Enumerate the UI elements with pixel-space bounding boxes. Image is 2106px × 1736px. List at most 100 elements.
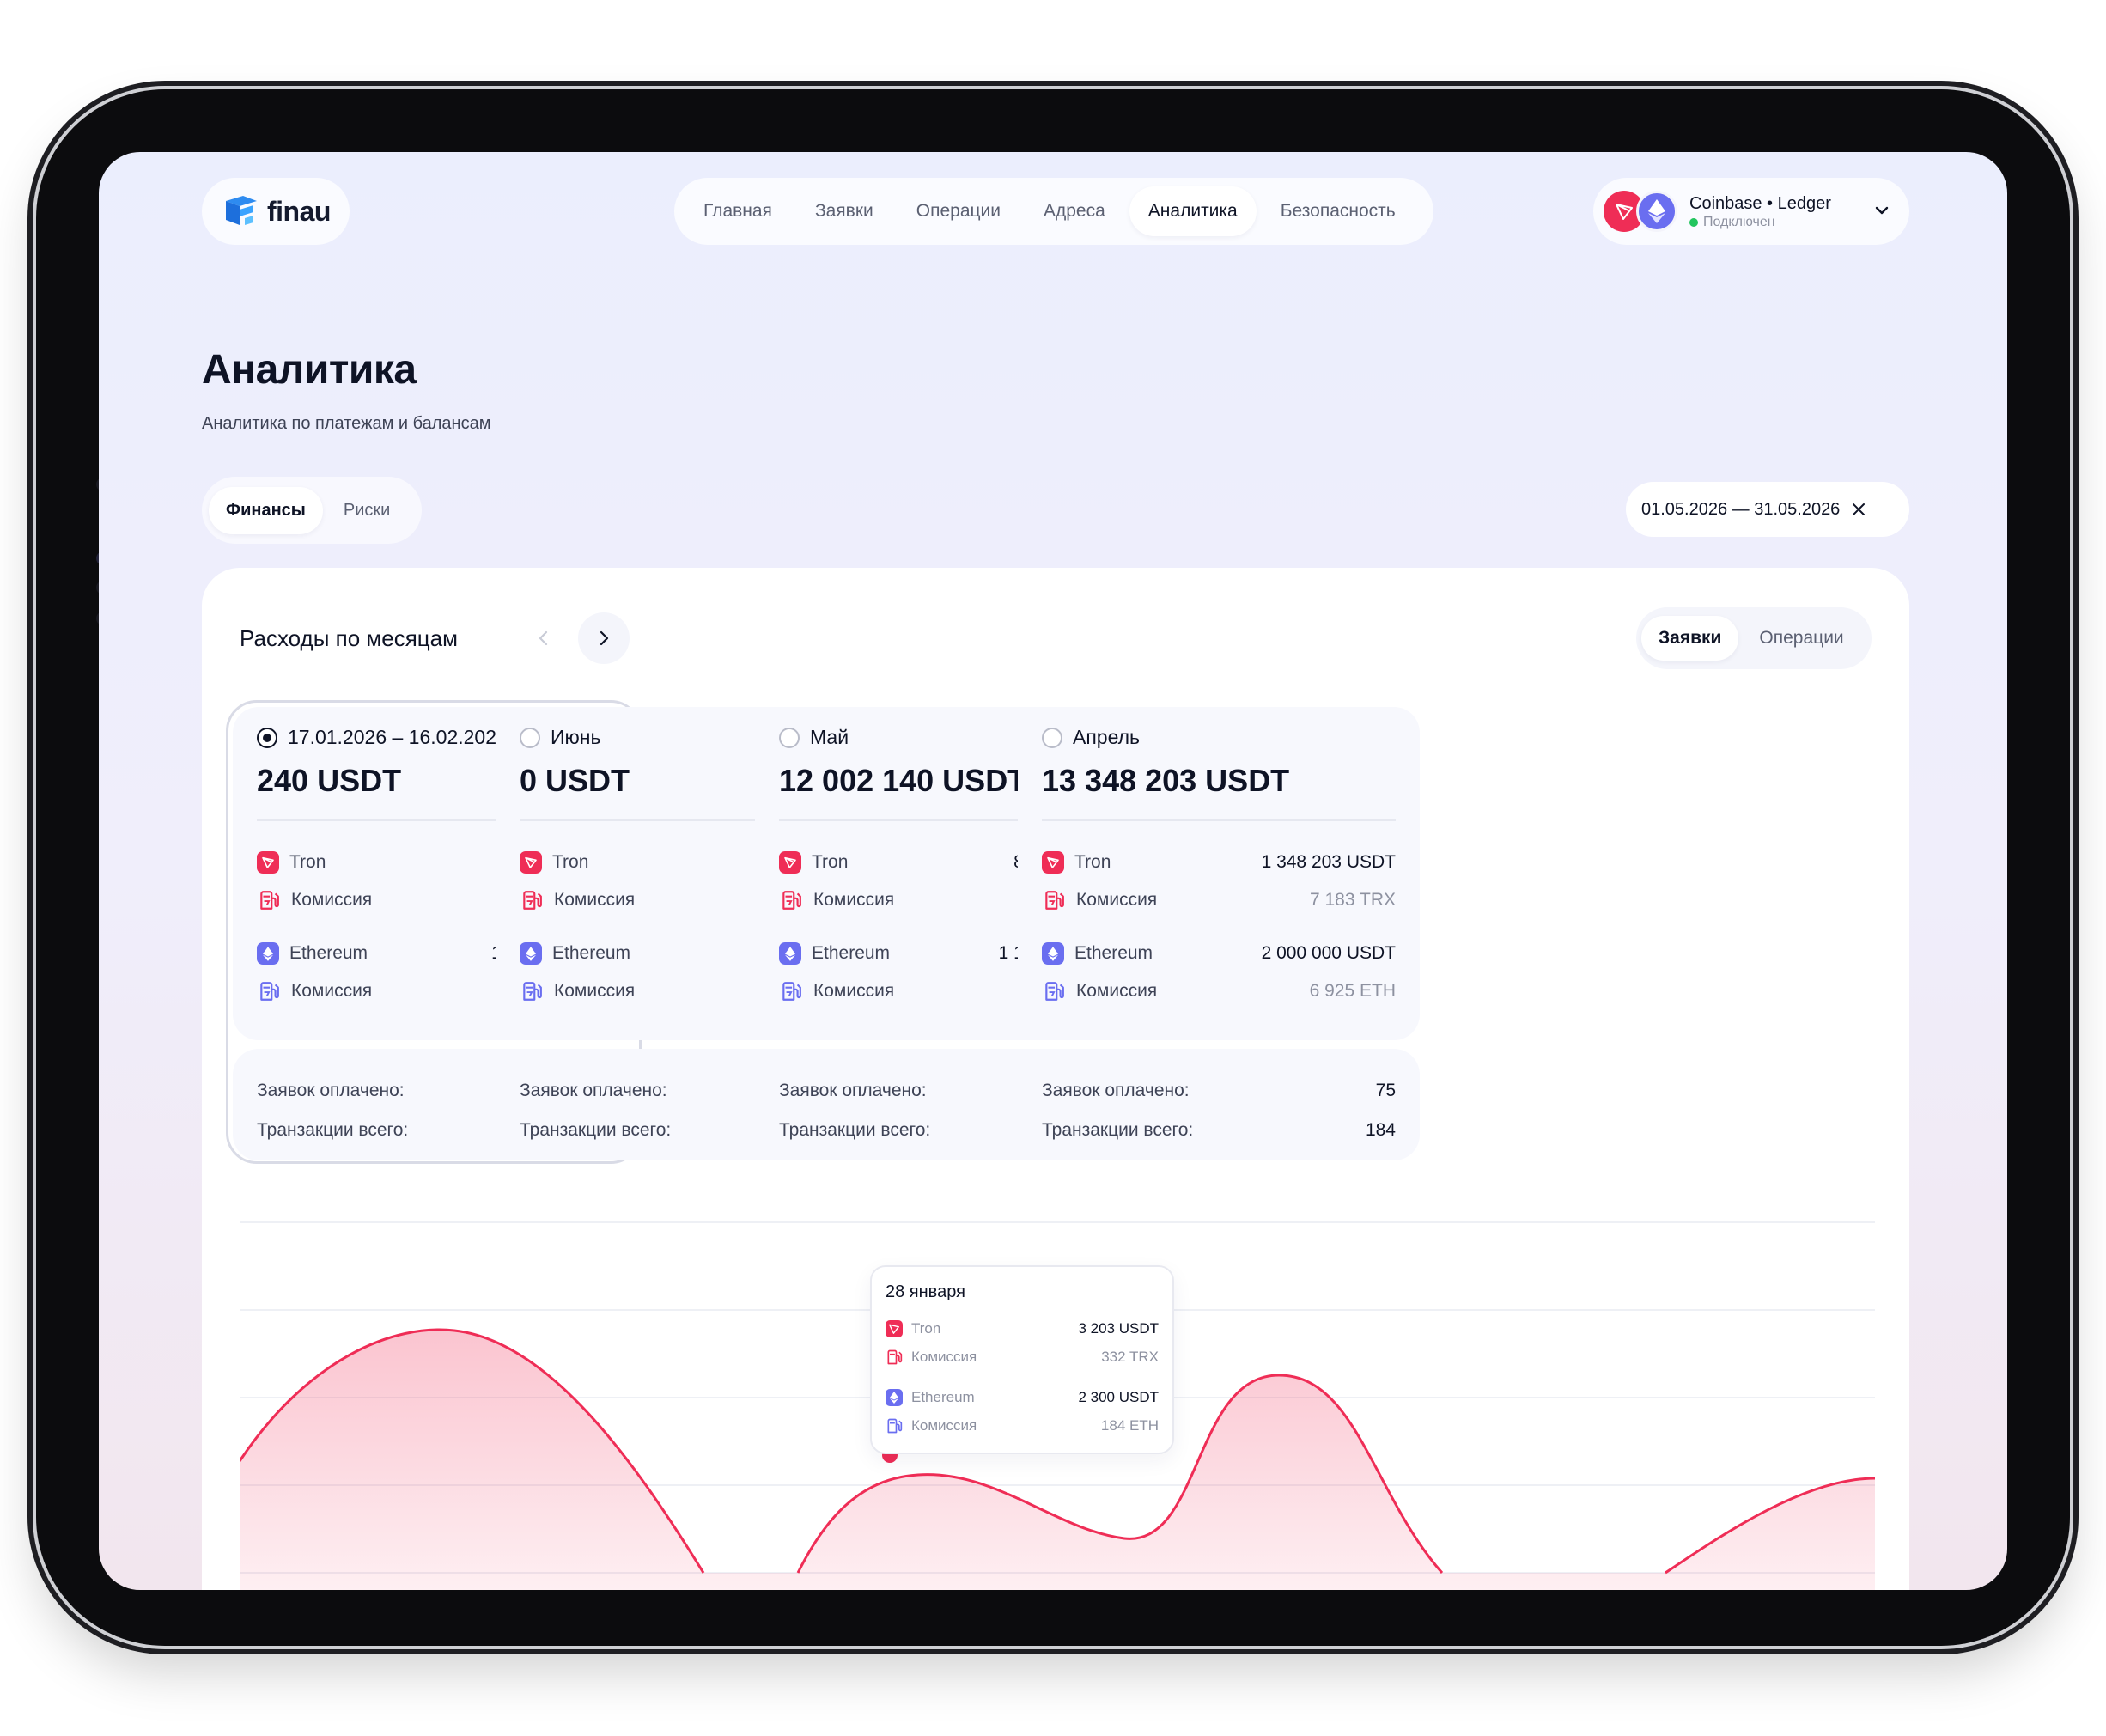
tron-label: Tron <box>289 852 326 872</box>
eth-label: Ethereum <box>552 943 631 963</box>
tab-risks[interactable]: Риски <box>326 487 407 534</box>
tooltip-tron-fee-value: 332 TRX <box>1101 1348 1159 1365</box>
wallet-status-text: Подключен <box>1703 215 1775 229</box>
toggle-operations[interactable]: Операции <box>1742 616 1860 661</box>
fuel-icon <box>523 982 542 1001</box>
period-label: Апрель <box>1073 726 1141 748</box>
tron-label: Tron <box>1074 852 1111 872</box>
nav-item-security[interactable]: Безопасность <box>1262 186 1415 236</box>
tooltip-eth-label: Ethereum <box>911 1388 975 1405</box>
ethereum-icon <box>779 942 801 965</box>
fee-label: Комиссия <box>813 981 895 1001</box>
eth-value: 2 000 000 USDT <box>1261 943 1396 963</box>
tooltip-row-tron: Tron 3 203 USDT <box>886 1314 1159 1343</box>
chevron-right-icon <box>600 630 609 646</box>
period-label: Июнь <box>551 726 601 748</box>
chevron-down-icon[interactable] <box>1873 202 1890 219</box>
tooltip-date: 28 января <box>886 1282 965 1301</box>
status-dot <box>1689 218 1698 227</box>
card-summary: Апрель 13 348 203 USDT Tron 1 348 203 USDT К… <box>1018 707 1420 1040</box>
ethereum-icon <box>520 942 542 965</box>
month-card[interactable]: Апрель 13 348 203 USDT Tron 1 348 203 USDT К… <box>1018 707 1420 1160</box>
nav-item-home[interactable]: Главная <box>685 186 791 236</box>
nav-item-addresses[interactable]: Адреса <box>1025 186 1124 236</box>
fee-label: Комиссия <box>291 890 373 910</box>
stat-tx: Транзакции всего: 184 <box>1042 1111 1396 1150</box>
tx-label: Транзакции всего: <box>1042 1120 1194 1140</box>
card-period[interactable]: Апрель <box>1042 726 1396 749</box>
card-total: 13 348 203 USDT <box>1042 763 1290 798</box>
ethereum-icon <box>886 1388 903 1406</box>
tab-finance[interactable]: Финансы <box>209 486 323 534</box>
fuel-icon <box>782 891 801 910</box>
page-subtitle: Аналитика по платежам и балансам <box>202 414 491 433</box>
eth-fee-value: 6 925 ETH <box>1309 981 1396 1001</box>
tx-label: Транзакции всего: <box>520 1120 672 1140</box>
expenses-panel: Расходы по месяцам Заявки Операции 17.01… <box>202 568 1909 1590</box>
tooltip-eth-fee-value: 184 ETH <box>1100 1416 1159 1434</box>
fee-label: Комиссия <box>554 981 636 1001</box>
paid-label: Заявок оплачено: <box>779 1081 927 1100</box>
fee-label: Комиссия <box>1076 981 1158 1001</box>
paid-value: 75 <box>1375 1081 1396 1100</box>
prev-button[interactable] <box>518 612 569 664</box>
tron-icon <box>779 851 801 874</box>
fuel-icon <box>260 982 279 1001</box>
fuel-icon <box>523 891 542 910</box>
tooltip-tron-label: Tron <box>911 1319 941 1337</box>
page-title: Аналитика <box>202 347 417 393</box>
row-tron: Tron 1 348 203 USDT <box>1042 844 1396 881</box>
close-icon[interactable] <box>1852 503 1866 516</box>
eth-label: Ethereum <box>1074 943 1153 963</box>
nav-item-analytics[interactable]: Аналитика <box>1129 186 1257 236</box>
fuel-icon <box>1045 982 1064 1001</box>
tron-label: Tron <box>812 852 849 872</box>
tooltip-row-eth: Ethereum 2 300 USDT <box>886 1383 1159 1411</box>
tx-label: Транзакции всего: <box>257 1120 409 1140</box>
wallet-selector[interactable]: Coinbase • Ledger Подключен <box>1593 178 1909 245</box>
ethereum-icon <box>257 942 279 965</box>
fuel-icon <box>1045 891 1064 910</box>
wallet-name: Coinbase • Ledger <box>1689 194 1831 213</box>
fuel-icon <box>887 1418 903 1433</box>
fee-label: Комиссия <box>291 981 373 1001</box>
ethereum-icon <box>1042 942 1064 965</box>
period-radio[interactable] <box>520 727 540 748</box>
panel-title: Расходы по месяцам <box>240 625 459 651</box>
stat-paid: Заявок оплачено: 75 <box>1042 1071 1396 1111</box>
period-radio[interactable] <box>779 727 800 748</box>
wallet-icons <box>1604 187 1683 235</box>
tron-icon <box>520 851 542 874</box>
fee-label: Комиссия <box>554 890 636 910</box>
period-radio[interactable] <box>1042 727 1062 748</box>
tron-label: Tron <box>552 852 589 872</box>
fee-label: Комиссия <box>813 890 895 910</box>
tooltip-row-eth-fee: Комиссия 184 ETH <box>886 1411 1159 1440</box>
date-range-filter[interactable]: 01.05.2026 — 31.05.2026 <box>1626 482 1909 537</box>
row-eth: Ethereum 2 000 000 USDT <box>1042 935 1396 972</box>
analytics-tabs: Финансы Риски <box>202 477 422 544</box>
next-button[interactable] <box>578 612 630 664</box>
view-toggle: Заявки Операции <box>1636 607 1872 669</box>
chevron-left-icon <box>539 630 548 646</box>
logo[interactable]: finau <box>202 178 350 245</box>
tooltip-tron-fee-label: Комиссия <box>911 1348 977 1365</box>
tron-icon <box>886 1319 903 1337</box>
paid-label: Заявок оплачено: <box>520 1081 667 1100</box>
tx-label: Транзакции всего: <box>779 1120 931 1140</box>
fuel-icon <box>782 982 801 1001</box>
tooltip-eth-fee-label: Комиссия <box>911 1416 977 1434</box>
toggle-requests[interactable]: Заявки <box>1641 616 1739 661</box>
paid-label: Заявок оплачено: <box>257 1081 405 1100</box>
main-nav: Главная Заявки Операции Адреса Аналитика… <box>674 178 1433 245</box>
nav-item-requests[interactable]: Заявки <box>796 186 892 236</box>
tron-icon <box>257 851 279 874</box>
tooltip-row-tron-fee: Комиссия 332 TRX <box>886 1343 1159 1371</box>
wallet-status: Подключен <box>1689 215 1831 230</box>
period-radio[interactable] <box>257 727 277 748</box>
date-range-value: 01.05.2026 — 31.05.2026 <box>1641 499 1841 519</box>
row-eth-fee: Комиссия 6 925 ETH <box>1042 972 1396 1010</box>
nav-item-operations[interactable]: Операции <box>898 186 1020 236</box>
tx-value: 184 <box>1365 1120 1396 1140</box>
card-stats: Заявок оплачено: 75 Транзакции всего: 184 <box>1018 1049 1420 1160</box>
